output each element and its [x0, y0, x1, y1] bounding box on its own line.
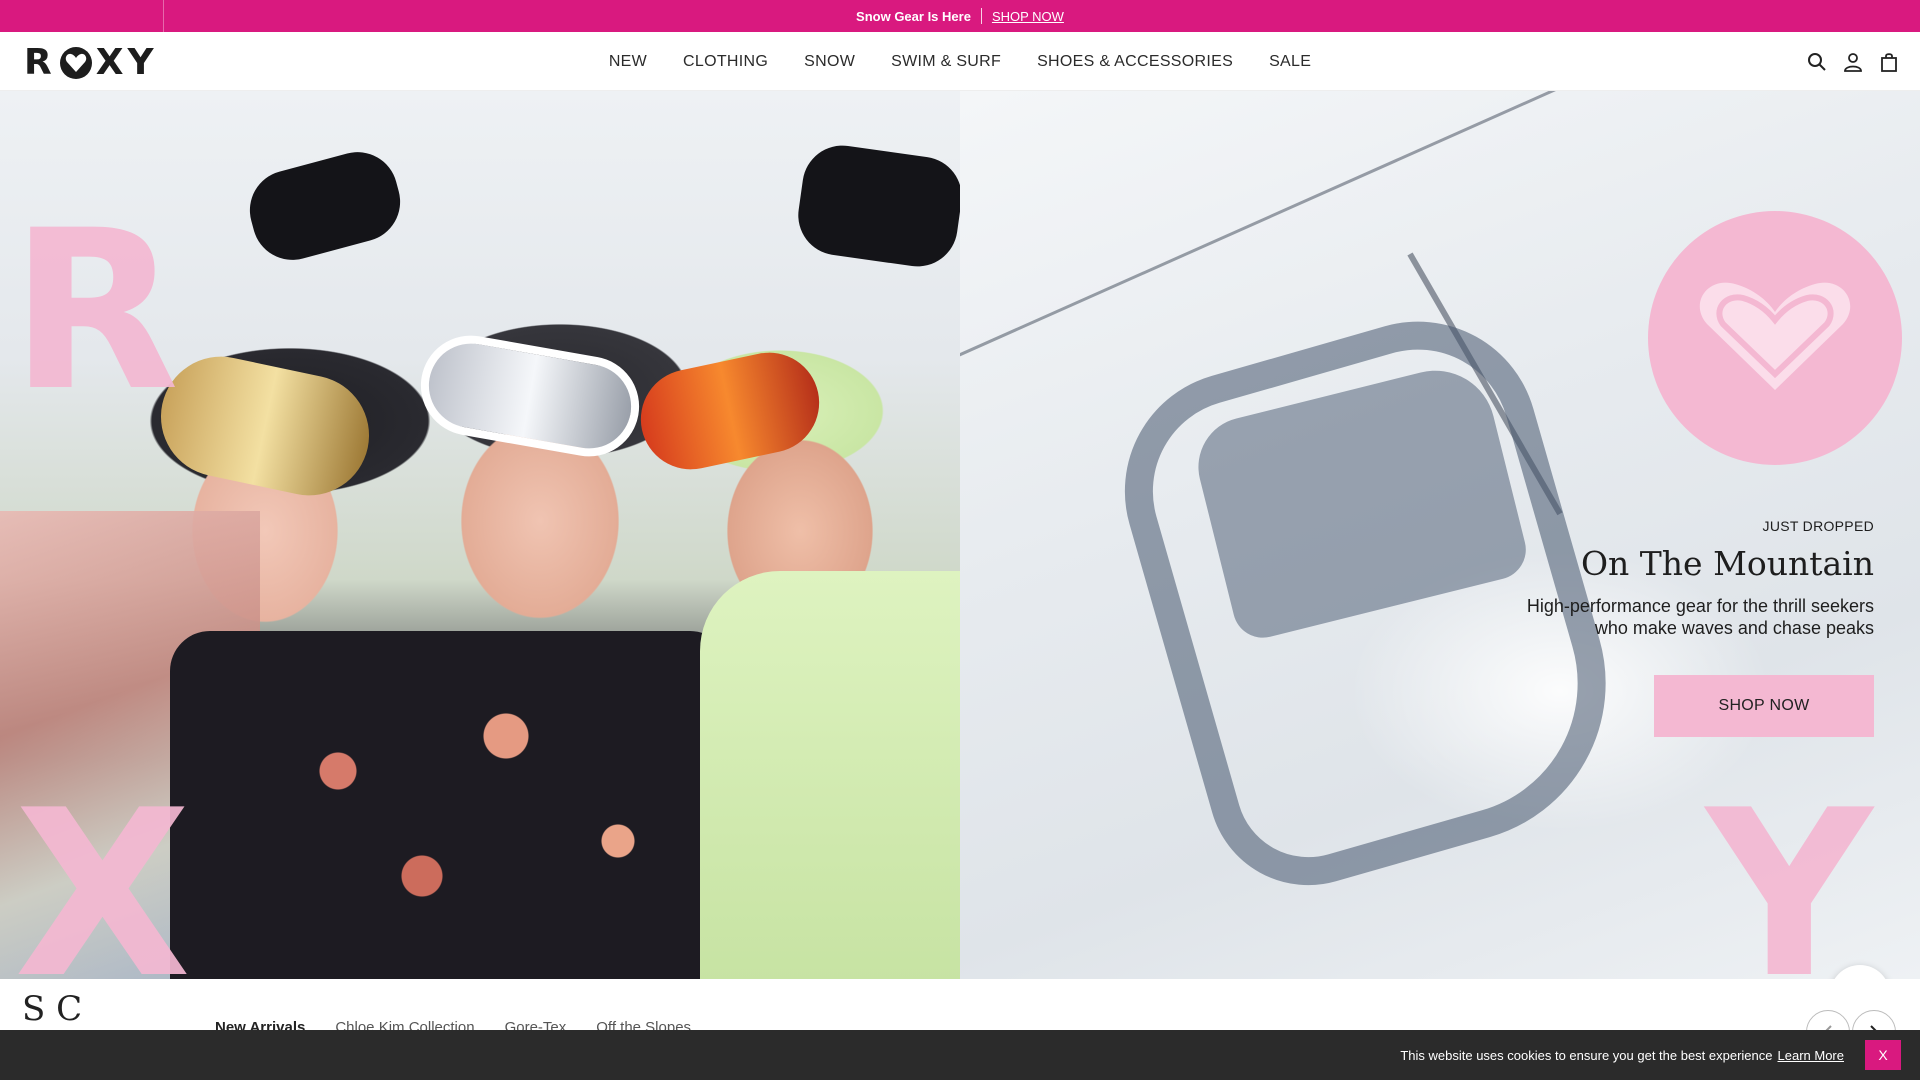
cookie-learn-more-link[interactable]: Learn More [1778, 1048, 1844, 1063]
nav-item-sale[interactable]: SALE [1251, 53, 1329, 71]
promo-text: Snow Gear Is Here [856, 8, 971, 24]
site-header: R XY NEW CLOTHING SNOW SWIM & SURF SHOES… [0, 32, 1920, 91]
search-icon[interactable] [1806, 51, 1828, 73]
hero-banner[interactable]: R X Y JUST DROPPED On The Mountain High-… [0, 91, 1920, 979]
cookie-message: This website uses cookies to ensure you … [1400, 1030, 1844, 1080]
hero-description: High-performance gear for the thrill see… [1526, 596, 1874, 638]
promo-separator [980, 8, 982, 24]
hero-eyebrow: JUST DROPPED [1762, 518, 1874, 534]
cookie-banner: This website uses cookies to ensure you … [0, 1030, 1920, 1080]
hero-letter-x: X [14, 762, 192, 980]
nav-item-swim-surf[interactable]: SWIM & SURF [873, 53, 1019, 71]
promo-content: Snow Gear Is Here SHOP NOW [0, 0, 1920, 32]
promo-bar: Snow Gear Is Here SHOP NOW [0, 0, 1920, 32]
hero-letter-r: R [10, 183, 180, 439]
header-icons [1806, 32, 1900, 91]
goggle-shape [412, 327, 648, 465]
jacket-shape [700, 571, 960, 979]
cookie-text: This website uses cookies to ensure you … [1400, 1047, 1773, 1063]
glove-shape [793, 140, 960, 272]
jacket-shape [170, 631, 730, 979]
nav-item-clothing[interactable]: CLOTHING [665, 53, 786, 71]
section-title: S C [22, 989, 83, 1029]
hero-shop-now-button[interactable]: SHOP NOW [1654, 675, 1874, 737]
promo-shop-now-link[interactable]: SHOP NOW [992, 9, 1064, 24]
nav-item-snow[interactable]: SNOW [786, 53, 873, 71]
hero-copy: JUST DROPPED On The Mountain High-perfor… [1494, 518, 1874, 639]
goggle-shape [149, 345, 381, 507]
nav-item-shoes-accessories[interactable]: SHOES & ACCESSORIES [1019, 53, 1251, 71]
hero-letter-y: Y [1706, 762, 1873, 980]
cookie-close-button[interactable]: X [1865, 1040, 1901, 1070]
main-nav: NEW CLOTHING SNOW SWIM & SURF SHOES & AC… [0, 32, 1920, 91]
account-icon[interactable] [1842, 51, 1864, 73]
product-section: S C New Arrivals Chloe Kim Collection Go… [0, 979, 1920, 1036]
bag-icon[interactable] [1878, 51, 1900, 73]
roxy-heart-icon [1699, 282, 1851, 390]
roxy-heart-badge [1648, 211, 1902, 465]
goggle-shape [631, 343, 829, 479]
hero-title: On The Mountain [1581, 544, 1874, 583]
nav-item-new[interactable]: NEW [591, 53, 665, 71]
glove-shape [240, 143, 410, 269]
